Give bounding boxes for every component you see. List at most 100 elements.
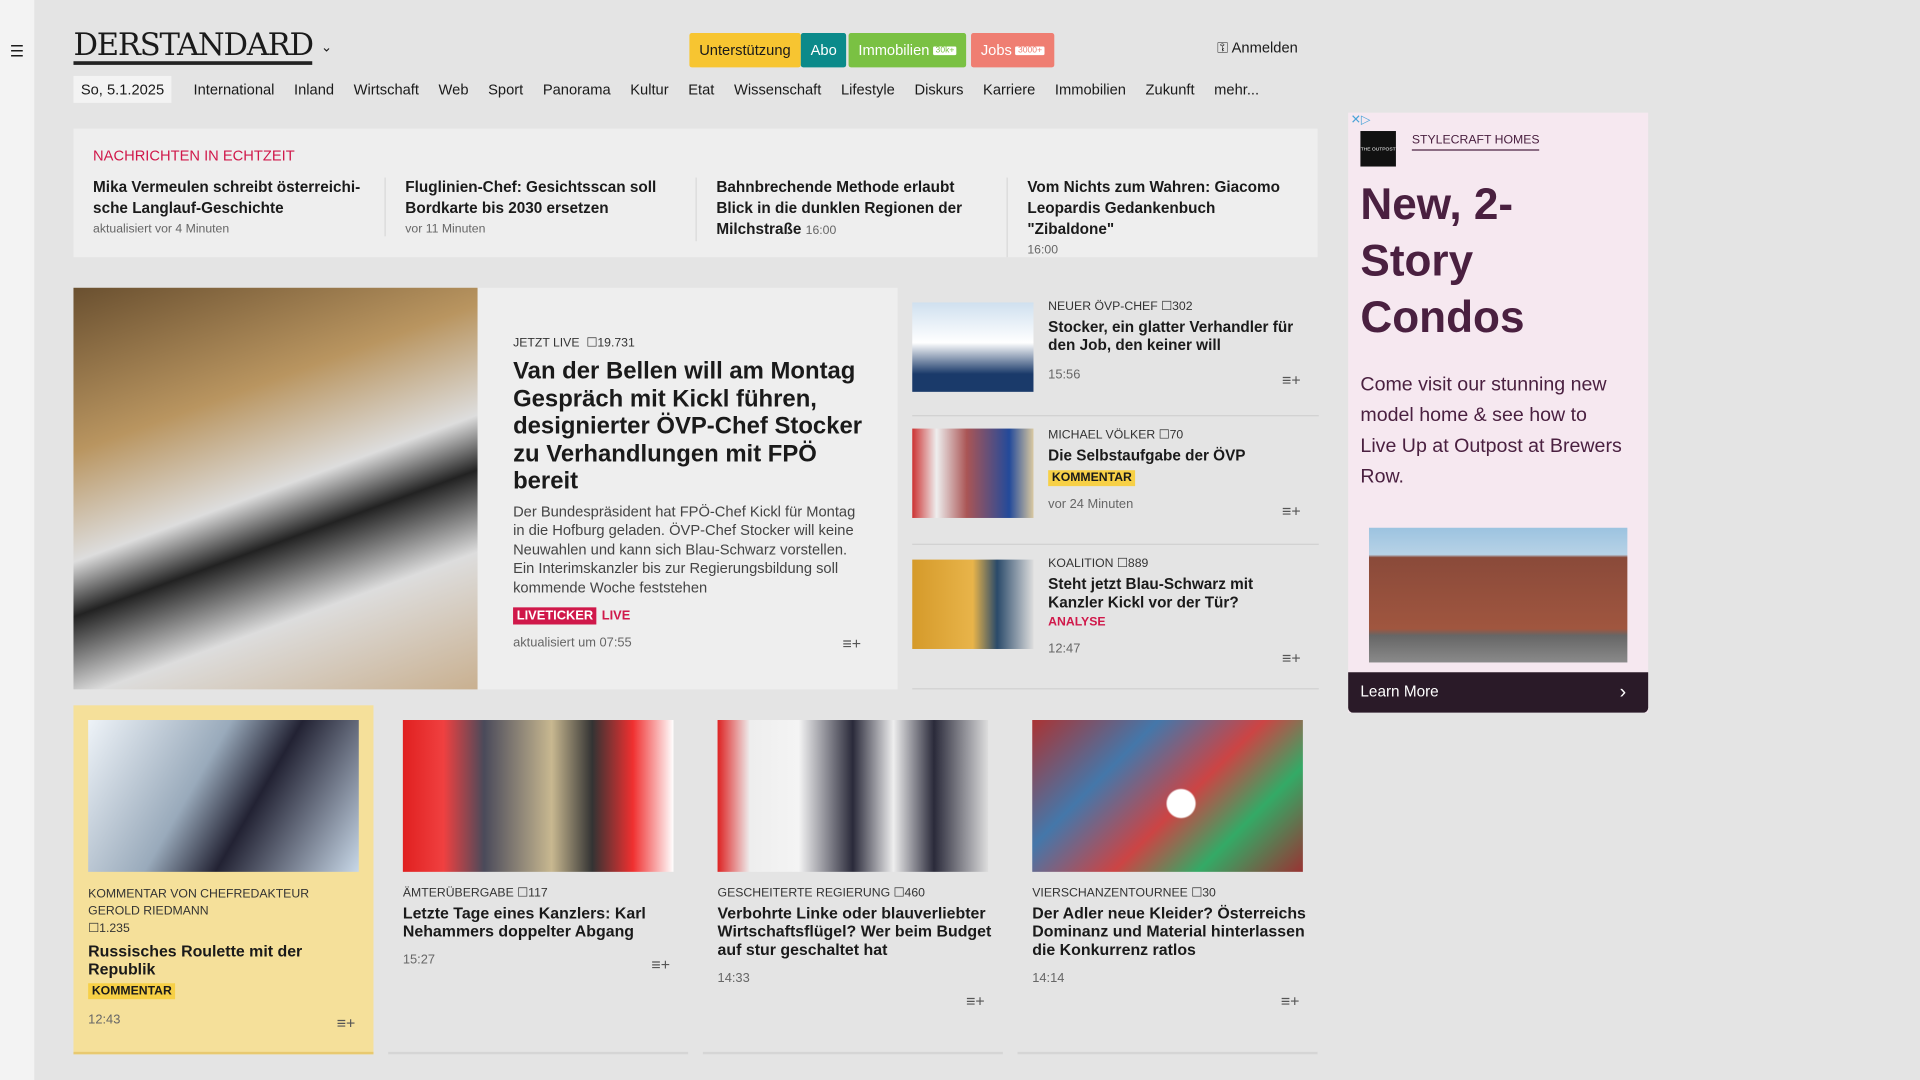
ad-image[interactable] [1368,527,1628,663]
main-nav: So, 5.1.2025 International Inland Wirtsc… [73,75,1268,103]
article-title[interactable]: Steht jetzt Blau-Schwarz mit Kanzler Kic… [1048,576,1305,613]
article-card[interactable]: GESCHEITERTE REGIERUNG ☐460 Verbohrte Lin… [702,705,1003,1055]
side-article[interactable]: NEUER ÖVP-CHEF ☐302 Stocker, ein glatter … [912,288,1319,417]
realtime-ticker: NACHRICHTEN IN ECHTZEIT Mika Vermeulen s… [73,128,1318,258]
article-image[interactable] [1032,720,1303,872]
article-time: 15:56 [1048,367,1081,383]
article-title[interactable]: Letzte Tage eines Kanzlers: Karl Nehamme… [403,904,679,941]
article-card[interactable]: KOMMENTAR VON CHEFREDAKTEUR GEROLD RIEDM… [73,705,374,1055]
article-image[interactable] [717,720,989,872]
nav-item[interactable]: Sport [488,81,523,98]
learn-more-label: Learn More [1360,683,1439,701]
immobilien-badge: 30k+ [933,46,957,55]
chevron-down-icon[interactable]: ⌄ [321,39,332,55]
article-time: vor 24 Minuten [1048,497,1134,512]
ad-brand-logo: THE OUTPOST [1360,131,1396,167]
logo[interactable]: DERSTANDARD [73,29,314,65]
ticker-title[interactable]: Mika Vermeulen schreibt österreichi-sche… [93,178,365,220]
hero-article[interactable]: JETZT LIVE ☐19.731 Van der Bellen will a… [73,287,898,690]
comment-icon: ☐ [1116,557,1128,571]
article-title[interactable]: Die Selbstaufgabe der ÖVP [1048,447,1305,465]
ticker-item[interactable]: Fluglinien-Chef: Gesichtsscan soll Bordk… [384,177,676,237]
comment-icon: ☐ [88,922,100,936]
add-to-list-icon[interactable]: ≡+ [651,955,670,973]
ticker-title[interactable]: Fluglinien-Chef: Gesichtsscan soll Bordk… [405,178,676,220]
hero-image[interactable] [73,287,478,690]
login-button[interactable]: ⚿ Anmelden [1217,39,1298,57]
add-to-list-icon[interactable]: ≡+ [1282,649,1301,667]
nav-item[interactable]: International [194,81,275,98]
add-to-list-icon[interactable]: ≡+ [842,634,861,652]
ticker-label: NACHRICHTEN IN ECHTZEIT [93,146,295,165]
nav-item[interactable]: Kultur [630,81,668,98]
immobilien-button[interactable]: Immobilien 30k+ [848,33,967,68]
article-title[interactable]: Russisches Roulette mit der Republik [88,942,364,979]
nav-item[interactable]: Web [439,81,469,98]
abo-button[interactable]: Abo [800,33,847,68]
jobs-button[interactable]: Jobs 3000+ [971,33,1055,68]
search-menu-icon[interactable]: ☰ [10,42,24,62]
hero-title[interactable]: Van der Bellen will am Montag Gespräch m… [513,358,868,496]
article-card[interactable]: ÄMTERÜBERGABE ☐117 Letzte Tage eines Kanz… [388,705,689,1055]
side-article[interactable]: MICHAEL VÖLKER ☐70 Die Selbstaufgabe der … [912,416,1319,545]
article-image[interactable] [912,428,1034,518]
live-label: LIVE [601,608,631,624]
nav-more[interactable]: mehr... [1214,81,1259,98]
hero-teaser: Der Bundespräsident hat FPÖ-Chef Kickl f… [513,502,856,596]
nav-item[interactable]: Zukunft [1146,81,1195,98]
article-image[interactable] [912,559,1034,649]
add-to-list-icon[interactable]: ≡+ [1282,502,1301,520]
add-to-list-icon[interactable]: ≡+ [1281,992,1300,1010]
article-card[interactable]: VIERSCHANZENTOURNEE ☐30 Der Adler neue Kl… [1017,705,1318,1055]
learn-more-button[interactable]: Learn More › [1348,672,1649,713]
nav-item[interactable]: Inland [294,81,334,98]
side-article[interactable]: KOALITION ☐889 Steht jetzt Blau-Schwarz m… [912,545,1319,690]
article-kicker: NEUER ÖVP-CHEF ☐302 [1048,300,1193,314]
ad-title[interactable]: New, 2-Story Condos [1360,176,1605,345]
ticker-item[interactable]: Vom Nichts zum Wahren: Giacomo Leopardis… [1006,177,1298,258]
article-kicker: KOMMENTAR VON CHEFREDAKTEUR GEROLD RIEDM… [88,887,310,936]
article-kicker: KOALITION ☐889 [1048,557,1149,571]
nav-item[interactable]: Lifestyle [841,81,895,98]
ticker-time: aktualisiert vor 4 Minuten [93,222,230,237]
add-to-list-icon[interactable]: ≡+ [966,992,985,1010]
jobs-label: Jobs [980,41,1012,59]
ad-brand[interactable]: STYLECRAFT HOMES [1411,133,1540,151]
comment-icon: ☐ [586,336,598,351]
comment-icon: ☐ [1161,300,1173,314]
nav-item[interactable]: Diskurs [914,81,963,98]
nav-item[interactable]: Panorama [543,81,611,98]
nav-item[interactable]: Etat [688,81,714,98]
ticker-title[interactable]: Vom Nichts zum Wahren: Giacomo Leopardis… [1027,178,1298,240]
nav-item[interactable]: Karriere [983,81,1035,98]
jobs-badge: 3000+ [1015,46,1045,55]
article-image[interactable] [88,720,359,872]
article-time: 12:43 [88,1012,121,1028]
article-time: 12:47 [1048,641,1081,657]
ticker-item[interactable]: Mika Vermeulen schreibt österreichi-sche… [73,178,364,237]
article-image[interactable] [402,720,674,872]
article-title[interactable]: Stocker, ein glatter Verhandler für den … [1048,318,1305,355]
add-to-list-icon[interactable]: ≡+ [337,1014,356,1032]
nav-item[interactable]: Immobilien [1055,81,1126,98]
comment-icon: ☐ [893,886,905,901]
advertisement[interactable]: ✕▷ THE OUTPOST STYLECRAFT HOMES New, 2-S… [1348,112,1649,713]
nav-item[interactable]: Wirtschaft [354,81,419,98]
article-title[interactable]: Verbohrte Linke oder blauverliebter Wirt… [718,904,994,959]
kommentar-badge: KOMMENTAR [88,983,176,1000]
login-label: Anmelden [1231,39,1298,57]
ticker-time: 16:00 [805,224,837,238]
add-to-list-icon[interactable]: ≡+ [1282,371,1301,389]
ticker-item[interactable]: Bahnbrechende Methode erlaubt Blick in d… [695,177,987,242]
ticker-title[interactable]: Bahnbrechende Methode erlaubt Blick in d… [716,178,987,242]
comment-icon: ☐ [517,886,529,901]
article-image[interactable] [912,302,1034,392]
support-button[interactable]: Unterstützung [689,33,801,68]
article-kicker: VIERSCHANZENTOURNEE ☐30 [1032,886,1216,901]
article-title[interactable]: Der Adler neue Kleider? Österreichs Domi… [1032,904,1308,959]
key-icon: ⚿ [1217,39,1229,57]
article-time: 15:27 [402,952,436,968]
nav-date: So, 5.1.2025 [73,75,172,103]
ad-close-icon[interactable]: ✕▷ [1351,114,1371,127]
nav-item[interactable]: Wissenschaft [734,81,821,98]
